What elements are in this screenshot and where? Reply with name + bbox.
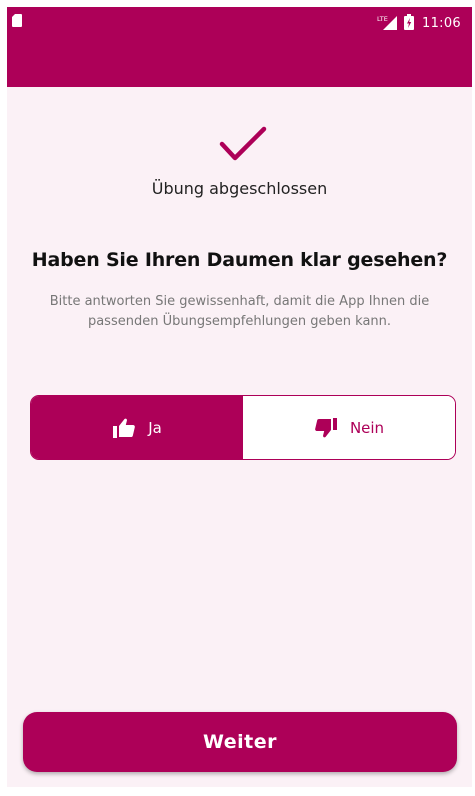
yes-button[interactable]: Ja xyxy=(31,396,243,459)
status-bar: LTE 11:06 xyxy=(7,7,472,37)
app-bar: LTE 11:06 xyxy=(7,7,472,87)
thumbs-down-icon xyxy=(315,417,337,437)
next-button[interactable]: Weiter xyxy=(23,712,457,772)
yes-button-label: Ja xyxy=(148,418,162,437)
sd-card-icon xyxy=(12,14,22,27)
question-heading: Haben Sie Ihren Daumen klar gesehen? xyxy=(31,249,448,271)
app-screen: LTE 11:06 Übung abgeschlossen Haben Sie … xyxy=(7,7,472,787)
lte-signal-icon: LTE xyxy=(377,15,397,30)
exercise-completed-label: Übung abgeschlossen xyxy=(151,179,328,198)
checkmark-icon xyxy=(219,126,267,161)
thumbs-up-icon xyxy=(113,418,136,438)
status-time: 11:06 xyxy=(422,16,461,31)
answer-hint: Bitte antworten Sie gewissenhaft, damit … xyxy=(49,294,430,329)
no-button[interactable]: Nein xyxy=(243,396,455,459)
lte-label: LTE xyxy=(377,15,388,23)
yes-no-toggle: Ja Nein xyxy=(30,395,456,460)
no-button-label: Nein xyxy=(349,418,385,437)
battery-charging-icon xyxy=(404,14,414,30)
